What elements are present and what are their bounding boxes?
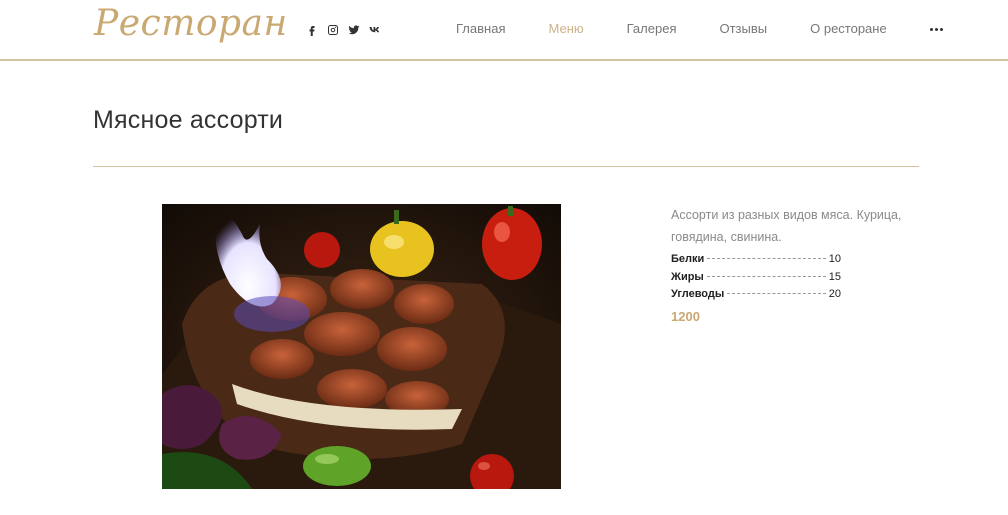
price: 1200	[671, 309, 700, 324]
page-title: Мясное ассорти	[93, 106, 284, 134]
dish-description: Ассорти из разных видов мяса. Курица, го…	[671, 208, 902, 244]
nav-menu[interactable]: Меню	[548, 21, 583, 36]
instagram-icon[interactable]	[326, 22, 339, 37]
nutrition-label: Жиры	[671, 270, 704, 283]
nutrition-row-protein: Белки 10	[671, 253, 841, 271]
nav-reviews[interactable]: Отзывы	[719, 21, 767, 36]
dotted-leader	[706, 275, 826, 277]
nutrition-label: Углеводы	[671, 288, 725, 300]
nutrition-value: 20	[828, 288, 841, 300]
nutrition-table: Белки 10 Жиры 15 Углеводы 20	[671, 253, 841, 306]
title-divider	[93, 166, 919, 167]
nav-home[interactable]: Главная	[456, 21, 505, 36]
nav-about[interactable]: О ресторане	[810, 21, 887, 36]
vk-icon[interactable]	[368, 22, 381, 37]
facebook-icon[interactable]	[305, 22, 318, 37]
main-nav: Главная Меню Галерея Отзывы О ресторане	[456, 21, 943, 36]
dish-photo	[162, 204, 561, 489]
nutrition-row-fat: Жиры 15	[671, 271, 841, 289]
nutrition-label: Белки	[671, 253, 705, 265]
nav-gallery[interactable]: Галерея	[627, 21, 677, 36]
logo[interactable]: Ресторан	[94, 3, 288, 44]
social-links	[305, 22, 381, 37]
nutrition-value: 10	[828, 253, 841, 265]
nutrition-row-carbs: Углеводы 20	[671, 288, 841, 306]
dotted-leader	[727, 293, 826, 294]
twitter-icon[interactable]	[347, 22, 360, 37]
nutrition-value: 15	[828, 270, 841, 283]
more-dots-icon[interactable]	[929, 27, 943, 31]
dotted-leader	[707, 258, 826, 259]
site-header: Ресторан Главная Меню Галерея Отзывы О р…	[0, 0, 1008, 61]
